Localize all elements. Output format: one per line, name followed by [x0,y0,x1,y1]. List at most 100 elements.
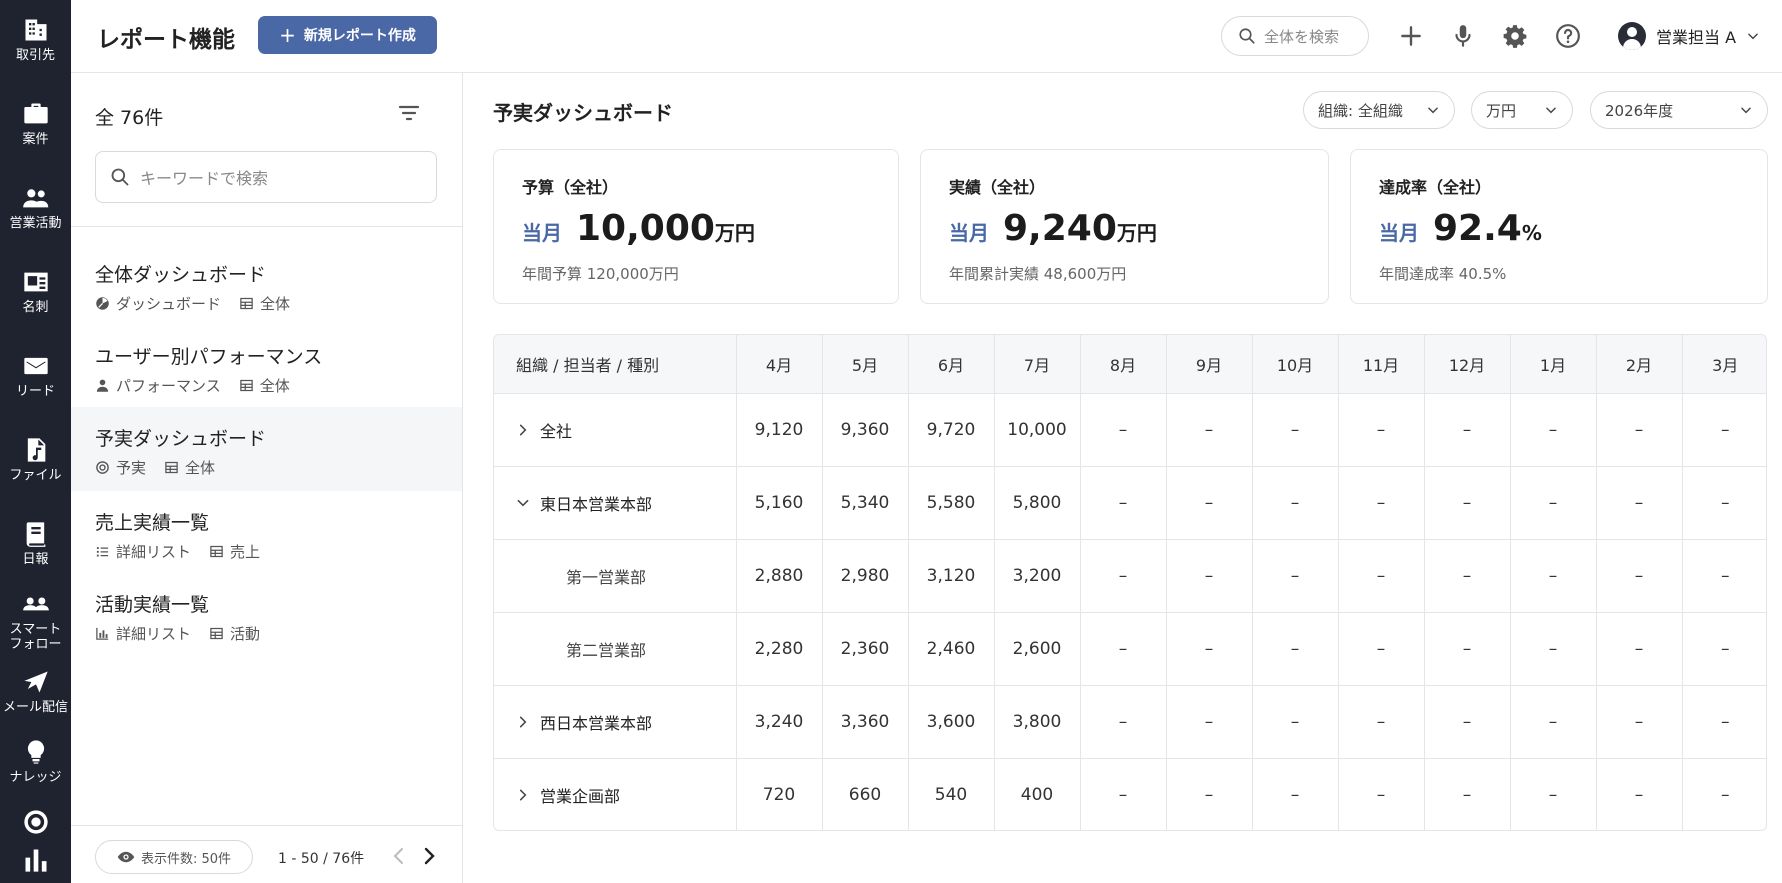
value-cell: 2,360 [822,612,909,686]
left-nav-rail: 取引先 案件 営業活動 名刺 リード ファイル 日報 スマート フォロー メール… [0,0,71,883]
org-filter-value: 組織: 全組織 [1318,101,1403,120]
value-cell: 3,600 [908,685,995,759]
table-row[interactable]: 東日本営業本部 5,160 5,340 5,580 5,800– – – – – – – – [494,466,1766,540]
rail-item-targets[interactable] [0,808,71,838]
table-row[interactable]: 第一営業部 2,880 2,980 3,120 3,200– – – – – – – – [494,539,1766,613]
chevron-down-icon [1741,107,1751,114]
value-cell: – [1424,539,1511,613]
column-header: 6月 [908,335,995,394]
value-cell: – [1510,466,1597,540]
value-cell: – [1424,393,1511,467]
kpi-value: 9,240 [1003,208,1117,249]
value-cell: 540 [908,758,995,830]
value-cell: 3,120 [908,539,995,613]
value-cell: – [1252,612,1339,686]
bar-chart-icon [25,849,46,872]
kpi-card-achievement: 達成率（全社） 当月 92.4 % 年間達成率 40.5% [1350,149,1768,304]
column-header: 12月 [1424,335,1511,394]
rail-item-sales-activity[interactable]: 営業活動 [0,184,71,254]
table-row[interactable]: 西日本営業本部 3,240 3,360 3,600 3,800– – – – – – – – [494,685,1766,759]
column-header: 1月 [1510,335,1597,394]
column-header: 5月 [822,335,909,394]
rail-item-knowledge[interactable]: ナレッジ [0,738,71,808]
table-icon [165,461,178,474]
chevron-right-icon[interactable] [516,423,530,437]
list-item-type: 詳細リスト [116,543,192,561]
user-menu[interactable]: 営業担当 A [1618,20,1760,52]
per-page-select[interactable]: 表示件数: 50件 [95,840,253,874]
value-cell: – [1080,466,1167,540]
value-cell: – [1166,685,1253,759]
rail-item-mail-delivery[interactable]: メール配信 [0,668,71,738]
rail-item-deals[interactable]: 案件 [0,100,71,170]
row-label: 全社 [540,421,573,441]
fiscal-year-select[interactable]: 2026年度 [1590,91,1768,129]
list-item[interactable]: 活動実績一覧 詳細リスト 活動 [71,573,462,655]
value-cell: 2,880 [736,539,823,613]
value-cell: 5,160 [736,466,823,540]
filter-icon[interactable] [397,101,421,125]
global-search-input[interactable]: 全体を検索 [1221,16,1369,56]
add-button[interactable] [1395,20,1427,52]
rail-item-accounts[interactable]: 取引先 [0,16,71,86]
paper-plane-icon [23,671,48,693]
rail-item-label: ナレッジ [9,770,62,785]
chevron-down-icon[interactable] [516,496,530,510]
table-row[interactable]: 第二営業部 2,280 2,360 2,460 2,600– – – – – – – – [494,612,1766,686]
value-cell: – [1080,612,1167,686]
list-item-type: 予実 [116,459,147,477]
book-icon [26,522,45,547]
chevron-down-icon [1546,107,1556,114]
search-icon [111,168,129,186]
list-item[interactable]: 売上実績一覧 詳細リスト 売上 [71,491,462,573]
value-cell: – [1338,393,1425,467]
new-report-button[interactable]: + 新規レポート作成 [258,16,437,54]
table-row[interactable]: 全社 9,120 9,360 9,720 10,000– – – – – – – – [494,393,1766,467]
table-icon [210,545,223,558]
pie-chart-icon [96,297,109,310]
rail-item-label: 日報 [22,552,49,567]
value-cell: – [1510,539,1597,613]
fiscal-year-value: 2026年度 [1605,101,1674,120]
table-row[interactable]: 営業企画部 720 660 540 400– – – – – – – – [494,758,1766,830]
value-cell: – [1596,466,1683,540]
value-cell: – [1252,466,1339,540]
kpi-title: 実績（全社） [949,178,1046,197]
eye-icon [117,851,135,863]
rail-item-daily-report[interactable]: 日報 [0,520,71,590]
value-cell: 9,120 [736,393,823,467]
rail-item-label: スマート フォロー [9,622,62,652]
list-item[interactable]: 全体ダッシュボード ダッシュボード 全体 [71,243,462,325]
keyword-search-input[interactable]: キーワードで検索 [95,151,437,203]
report-list-panel: 全 76件 キーワードで検索 全体ダッシュボード ダッシュボード 全体 ユーザー… [71,73,463,883]
kpi-subtext: 年間達成率 40.5% [1379,265,1507,283]
chevron-right-icon[interactable] [421,846,437,866]
pagination-range: 1 - 50 / 76件 [278,851,365,867]
target-icon [23,810,48,834]
rail-item-smart-follow[interactable]: スマート フォロー [0,594,71,664]
list-item-active[interactable]: 予実ダッシュボード 予実 全体 [71,407,462,491]
chevron-right-icon[interactable] [516,715,530,729]
column-header: 3月 [1682,335,1766,394]
chevron-left-icon[interactable] [391,846,407,866]
voice-input-button[interactable] [1447,20,1479,52]
value-cell: – [1338,685,1425,759]
rail-item-reports[interactable] [0,846,71,876]
org-filter-select[interactable]: 組織: 全組織 [1303,91,1455,129]
value-cell: – [1338,758,1425,830]
unit-value: 万円 [1486,101,1517,120]
rail-item-files[interactable]: ファイル [0,436,71,506]
list-item[interactable]: ユーザー別パフォーマンス パフォーマンス 全体 [71,325,462,407]
rail-item-business-cards[interactable]: 名刺 [0,268,71,338]
value-cell: – [1166,612,1253,686]
new-report-button-label: 新規レポート作成 [303,28,416,44]
rail-item-leads[interactable]: リード [0,352,71,422]
value-cell: – [1596,685,1683,759]
unit-select[interactable]: 万円 [1471,91,1573,129]
value-cell: 660 [822,758,909,830]
help-button[interactable] [1552,20,1584,52]
kpi-card-actual: 実績（全社） 当月 9,240 万円 年間累計実績 48,600万円 [920,149,1329,304]
briefcase-icon [23,103,48,124]
settings-button[interactable] [1499,20,1531,52]
chevron-right-icon[interactable] [516,788,530,802]
